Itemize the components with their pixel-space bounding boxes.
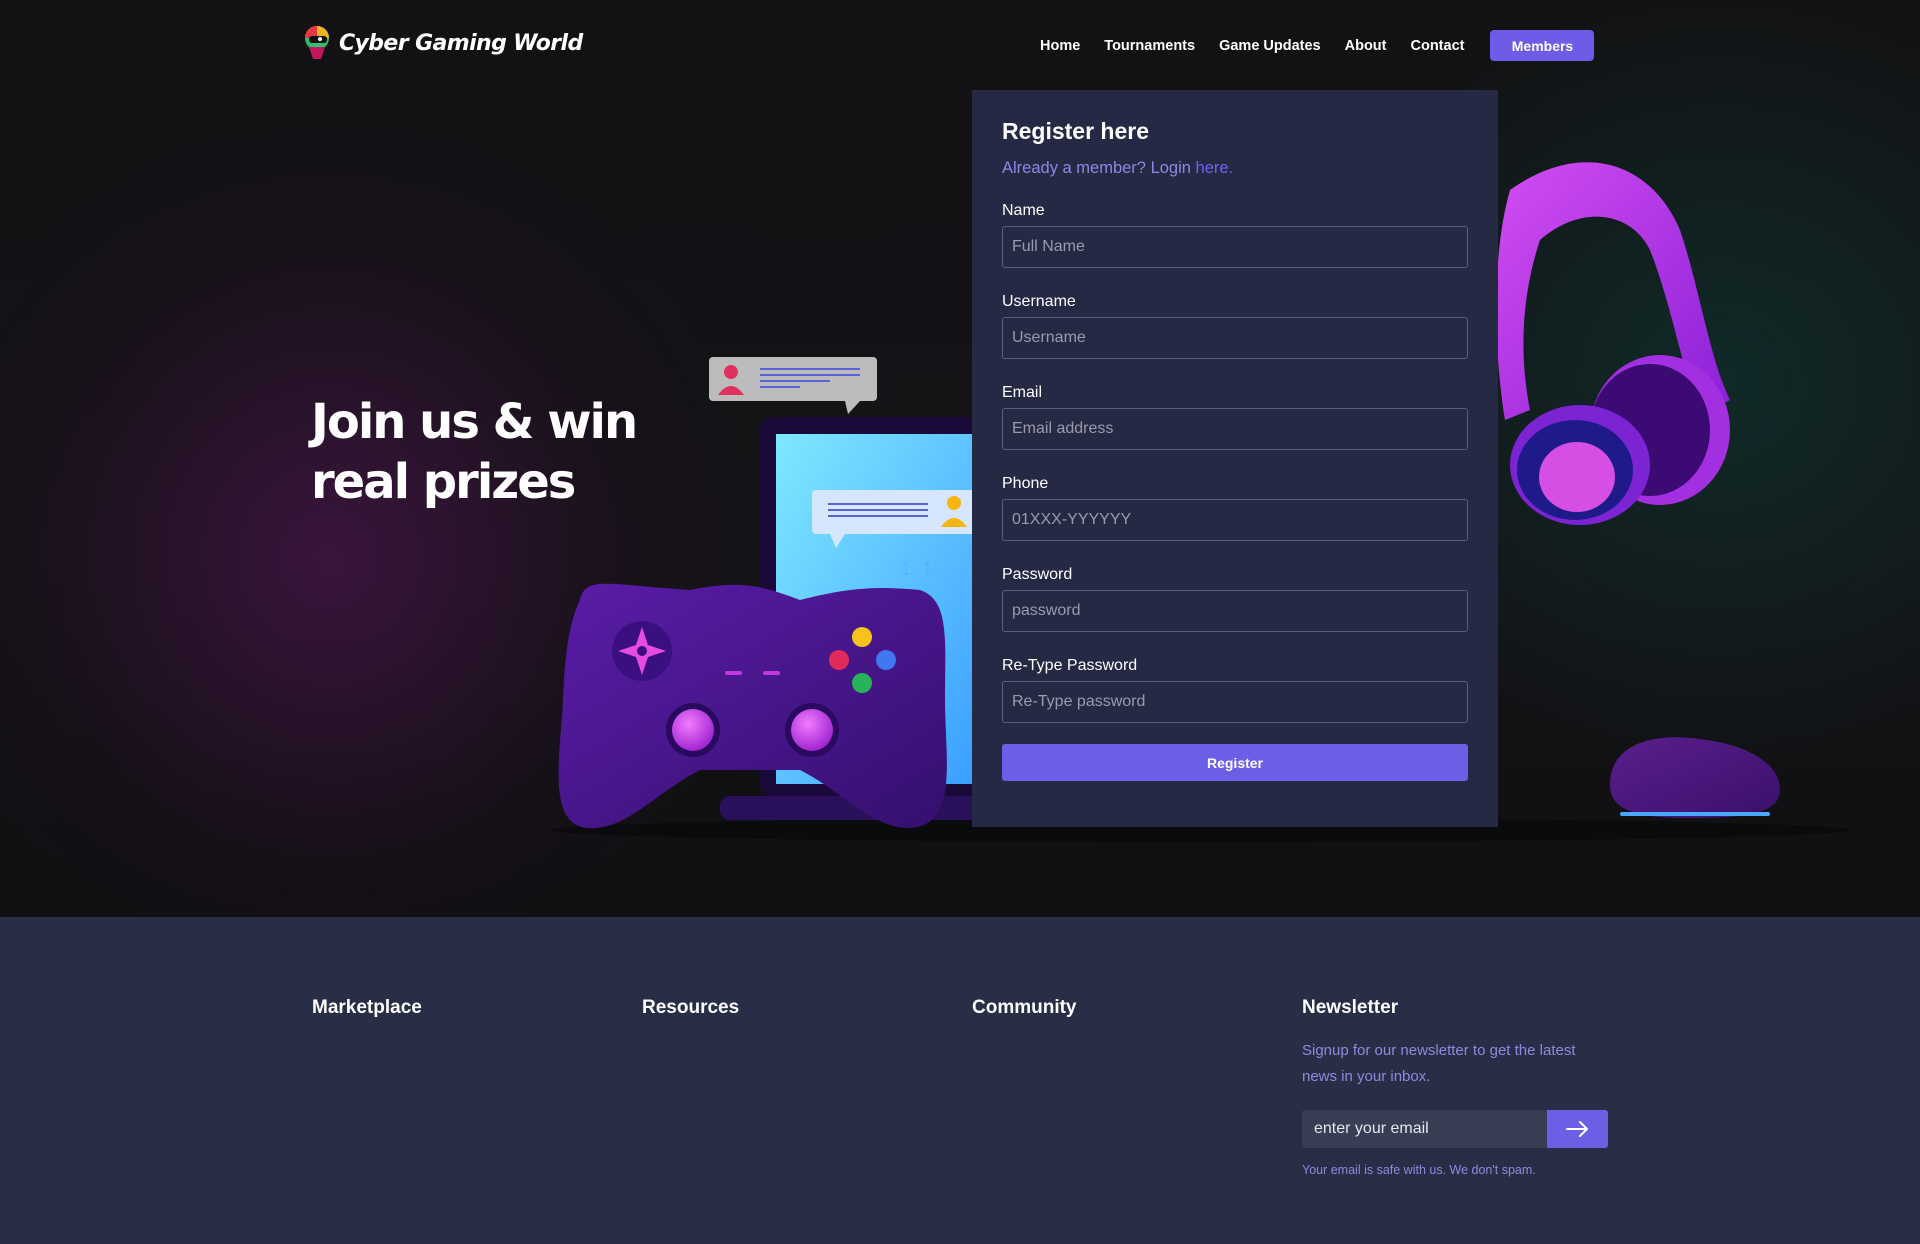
brand-logo[interactable]: Cyber Gaming World: [303, 25, 583, 61]
nav-tournaments[interactable]: Tournaments: [1104, 38, 1195, 54]
newsletter-text: Signup for our newsletter to get the lat…: [1302, 1042, 1576, 1085]
name-field[interactable]: [1002, 226, 1468, 268]
main-nav: Home Tournaments Game Updates About Cont…: [1040, 30, 1595, 61]
login-link[interactable]: here.: [1196, 159, 1234, 177]
arrow-right-icon: [1565, 1121, 1588, 1137]
brand-name: Cyber Gaming World: [339, 30, 583, 56]
phone-field[interactable]: [1002, 499, 1468, 541]
logo-mascot-icon: [305, 26, 329, 59]
footer-marketplace-title: Marketplace: [312, 997, 422, 1018]
username-label: Username: [1002, 293, 1076, 310]
footer-newsletter-title: Newsletter: [1302, 997, 1399, 1018]
footer-resources-title: Resources: [642, 997, 740, 1018]
login-prompt: Already a member? Login here.: [1002, 159, 1468, 178]
login-prompt-text: Already a member? Login: [1002, 159, 1196, 177]
hero-illustration: 1 0 1 1 1 0 1: [550, 162, 1850, 842]
nav-home[interactable]: Home: [1040, 38, 1080, 54]
password-field[interactable]: [1002, 590, 1468, 632]
members-button[interactable]: Members: [1490, 30, 1595, 61]
nav-game-updates[interactable]: Game Updates: [1219, 38, 1321, 54]
newsletter-email-input[interactable]: [1302, 1110, 1547, 1148]
email-field[interactable]: [1002, 408, 1468, 450]
email-label: Email: [1002, 384, 1043, 401]
site-footer: Marketplace Resources Community Newslett…: [0, 917, 1920, 1244]
hero-headline: Join us & win real prizes: [311, 394, 638, 510]
password-label: Password: [1002, 566, 1073, 583]
svg-text:1 1: 1 1: [900, 559, 933, 580]
newsletter-note: Your email is safe with us. We don't spa…: [1302, 1163, 1536, 1177]
hero-section: 1 0 1 1 1 0 1: [0, 0, 1920, 917]
footer-community-title: Community: [972, 997, 1077, 1018]
chat-bubble-icon: [709, 357, 877, 414]
nav-contact[interactable]: Contact: [1411, 38, 1465, 54]
gamepad-icon: [558, 583, 947, 829]
retype-password-field[interactable]: [1002, 681, 1468, 723]
register-title: Register here: [1002, 118, 1150, 144]
newsletter-form: [1302, 1110, 1608, 1148]
mouse-icon: [1610, 737, 1780, 818]
register-button[interactable]: Register: [1002, 744, 1468, 781]
name-label: Name: [1002, 202, 1045, 219]
newsletter-submit-button[interactable]: [1547, 1110, 1608, 1148]
nav-about[interactable]: About: [1345, 38, 1387, 54]
retype-password-label: Re-Type Password: [1002, 657, 1138, 674]
phone-label: Phone: [1002, 475, 1049, 492]
username-field[interactable]: [1002, 317, 1468, 359]
register-form: Register here Already a member? Login he…: [972, 90, 1498, 827]
headphones-icon: [1496, 162, 1730, 525]
